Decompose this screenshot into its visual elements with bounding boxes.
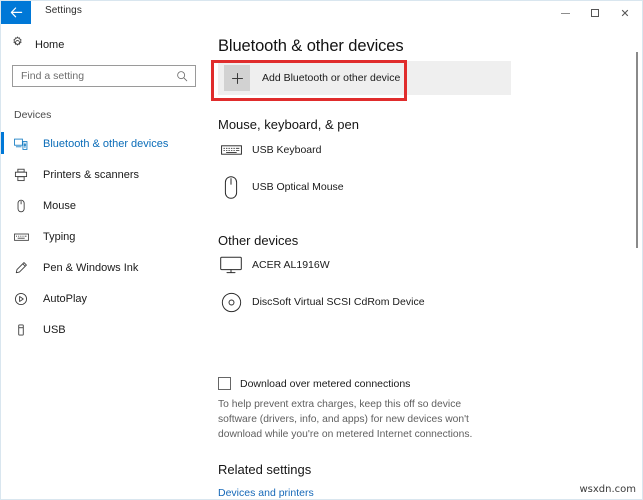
sidebar-item-bluetooth-and-other-devices[interactable]: Bluetooth & other devices [1, 128, 206, 159]
usb-icon [14, 321, 34, 339]
search-box[interactable] [12, 65, 196, 87]
sidebar-section-label: Devices [14, 109, 52, 121]
search-icon[interactable] [171, 66, 193, 86]
main-content: Bluetooth & other devices Add Bluetooth … [206, 25, 642, 499]
device-row-usb-optical-mouse[interactable]: USB Optical Mouse [218, 174, 344, 200]
sidebar-item-label: Typing [43, 230, 76, 243]
device-name: USB Optical Mouse [252, 181, 344, 193]
sidebar-item-label: Mouse [43, 199, 77, 212]
watermark: wsxdn.com [579, 484, 636, 495]
sidebar-nav: Bluetooth & other devices Printers & sca… [1, 128, 206, 345]
maximize-icon [591, 9, 599, 17]
sidebar-item-label: USB [43, 323, 66, 336]
back-button[interactable] [1, 1, 31, 24]
section-heading-other-devices: Other devices [218, 233, 299, 248]
sidebar-item-mouse[interactable]: Mouse [1, 190, 206, 221]
pen-icon [14, 259, 34, 277]
metered-connections-label: Download over metered connections [240, 377, 411, 390]
keyboard-icon [14, 228, 34, 246]
window-title: Settings [45, 5, 82, 16]
device-row-usb-keyboard[interactable]: USB Keyboard [218, 137, 321, 163]
window-controls: ✕ [550, 1, 640, 25]
page-title: Bluetooth & other devices [218, 37, 404, 55]
keyboard-icon [218, 137, 244, 163]
sidebar-item-typing[interactable]: Typing [1, 221, 206, 252]
scrollbar-thumb[interactable] [636, 52, 638, 248]
related-settings-links: Devices and printers [218, 487, 314, 499]
device-name: USB Keyboard [252, 144, 322, 156]
sidebar-item-label: AutoPlay [43, 292, 88, 305]
device-row-acer-al1916w[interactable]: ACER AL1916W [218, 252, 330, 278]
device-row-discsoft-virtual-scsi-cdrom-device[interactable]: DiscSoft Virtual SCSI CdRom Device [218, 289, 425, 315]
device-name: ACER AL1916W [252, 259, 330, 271]
related-settings-heading: Related settings [218, 462, 312, 477]
maximize-button[interactable] [580, 2, 610, 24]
sidebar-home-label: Home [35, 39, 65, 51]
monitor-icon [218, 252, 244, 278]
sidebar-item-pen-and-windows-ink[interactable]: Pen & Windows Ink [1, 252, 206, 283]
minimize-button[interactable] [550, 2, 580, 24]
add-device-label: Add Bluetooth or other device [262, 72, 401, 84]
sidebar-item-label: Bluetooth & other devices [43, 137, 169, 150]
autoplay-icon [14, 290, 34, 308]
bluetooth-devices-icon [14, 135, 34, 153]
title-bar: Settings ✕ [1, 1, 642, 25]
link-devices-and-printers[interactable]: Devices and printers [218, 487, 314, 499]
search-input[interactable] [13, 66, 171, 86]
close-button[interactable]: ✕ [610, 2, 640, 24]
minimize-icon [560, 12, 570, 14]
section-heading-mouse-keyboard-pen: Mouse, keyboard, & pen [218, 117, 359, 132]
sidebar-item-printers-and-scanners[interactable]: Printers & scanners [1, 159, 206, 190]
sidebar-item-usb[interactable]: USB [1, 314, 206, 345]
metered-connections-checkbox[interactable] [218, 377, 231, 390]
mouse-icon [14, 197, 34, 215]
sidebar-item-label: Pen & Windows Ink [43, 261, 139, 274]
mouse-icon [218, 174, 244, 200]
disc-icon [218, 289, 244, 315]
close-icon: ✕ [620, 6, 630, 20]
device-name: DiscSoft Virtual SCSI CdRom Device [252, 296, 425, 308]
sidebar: Home Devices [1, 25, 206, 499]
gear-icon [11, 36, 24, 54]
sidebar-item-autoplay[interactable]: AutoPlay [1, 283, 206, 314]
metered-connections-checkbox-row[interactable]: Download over metered connections [218, 377, 410, 390]
metered-connections-description: To help prevent extra charges, keep this… [218, 399, 473, 440]
plus-icon [224, 65, 250, 91]
printer-icon [14, 166, 34, 184]
add-bluetooth-or-other-device-button[interactable]: Add Bluetooth or other device [218, 61, 511, 95]
sidebar-item-label: Printers & scanners [43, 168, 139, 181]
settings-window: Settings ✕ Home Find a setting Devices B… [0, 0, 643, 500]
selection-indicator [1, 132, 4, 154]
sidebar-item-home[interactable]: Home [11, 36, 64, 54]
vertical-scrollbar[interactable] [634, 25, 639, 499]
